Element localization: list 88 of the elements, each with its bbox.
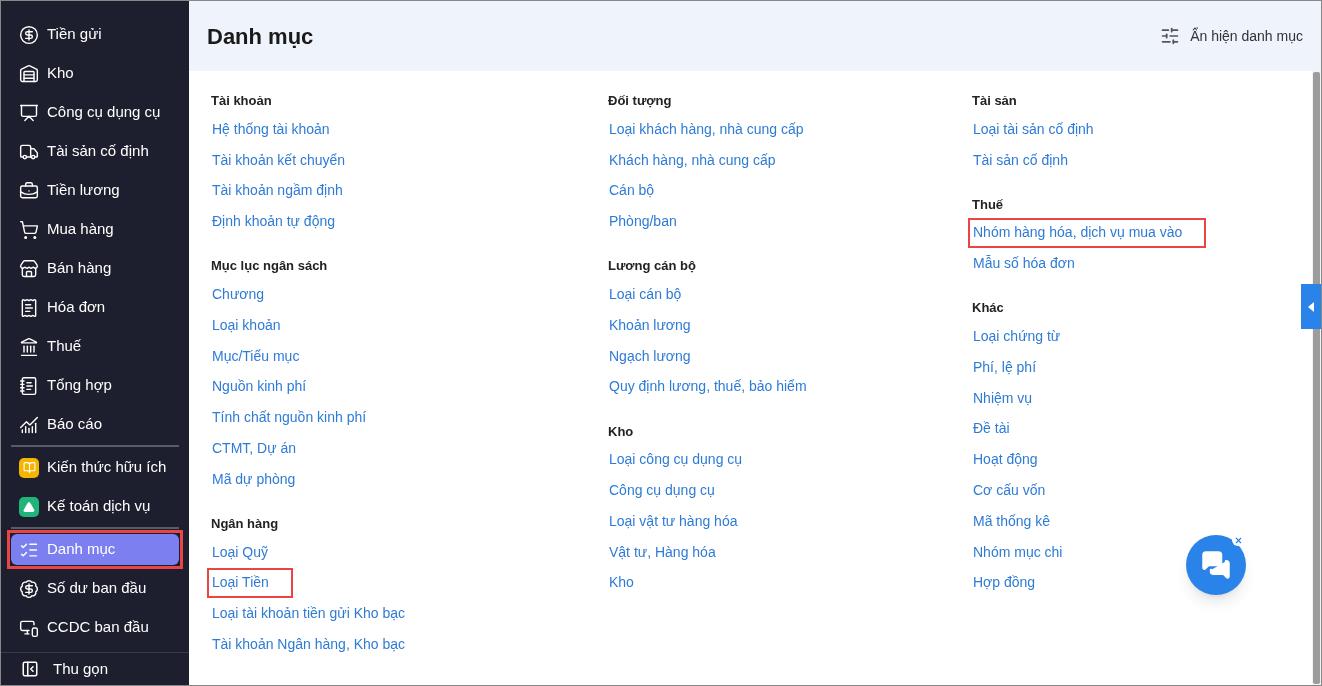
category-link[interactable]: Kho — [604, 567, 639, 598]
notebook-icon — [19, 375, 39, 396]
category-link[interactable]: Tài khoản ngầm định — [207, 176, 348, 206]
category-link[interactable]: Mục/Tiểu mục — [207, 341, 305, 372]
sidebar-item[interactable]: Báo cáo — [7, 405, 183, 444]
page-title: Danh mục — [207, 22, 314, 51]
sidebar-item[interactable]: Tiền lương — [7, 171, 183, 210]
category-link[interactable]: Hợp đồng — [968, 567, 1041, 598]
group-title: Tài sản — [972, 92, 1017, 111]
category-link[interactable]: Phí, lệ phí — [968, 352, 1042, 383]
chat-icon — [1201, 550, 1231, 580]
category-link[interactable]: Loại tài khoản tiền gửi Kho bạc — [207, 598, 411, 629]
sidebar-item[interactable]: Kiến thức hữu ích — [7, 448, 183, 487]
category-link[interactable]: Tính chất nguồn kinh phí — [207, 402, 372, 433]
category-link[interactable]: Tài khoản kết chuyển — [207, 145, 351, 176]
side-panel-tab[interactable] — [1301, 284, 1321, 329]
warehouse-icon — [19, 63, 39, 84]
sidebar-item[interactable]: Tổng hợp — [7, 366, 183, 405]
category-link[interactable]: Mã dự phòng — [207, 464, 301, 495]
category-link[interactable]: Loại Tiền — [207, 567, 293, 598]
category-link[interactable]: Vật tư, Hàng hóa — [604, 537, 721, 568]
sidebar-item[interactable]: Số dư ban đầu — [7, 569, 183, 608]
category-link[interactable]: Khoản lương — [604, 310, 696, 341]
category-link[interactable]: Loại khoản — [207, 310, 286, 341]
receipt-icon — [19, 297, 39, 318]
close-chat-icon[interactable] — [1232, 534, 1244, 546]
store-icon — [19, 258, 39, 279]
dollar-circle-icon — [19, 24, 39, 45]
group-title: Lương cán bộ — [608, 257, 696, 276]
category-link[interactable]: Khách hàng, nhà cung cấp — [604, 145, 781, 176]
collapse-button[interactable]: Thu gọn — [1, 657, 129, 681]
sidebar-item[interactable]: Bán hàng — [7, 249, 183, 288]
group-title: Kho — [608, 422, 634, 441]
sidebar-item[interactable]: Kế toán dịch vụ — [7, 487, 183, 526]
category-link[interactable]: Loại cán bộ — [604, 279, 687, 310]
category-link[interactable]: Tài sản cố định — [968, 145, 1073, 176]
category-link[interactable]: CTMT, Dự án — [207, 433, 302, 464]
category-link[interactable]: Quy định lương, thuế, bảo hiểm — [604, 371, 812, 402]
sidebar-item[interactable]: CCDC ban đầu — [7, 608, 183, 647]
toggle-categories-button[interactable]: Ẩn hiện danh mục — [1160, 25, 1303, 47]
group-title: Đối tượng — [608, 92, 672, 111]
category-link[interactable]: Loại vật tư hàng hóa — [604, 506, 743, 537]
category-link[interactable]: Định khoản tự động — [207, 206, 340, 237]
group-title: Tài khoản — [211, 92, 272, 111]
category-link[interactable]: Đề tài — [968, 413, 1015, 444]
chart-icon — [19, 414, 39, 435]
category-link[interactable]: Công cụ dụng cụ — [604, 475, 720, 506]
category-link[interactable]: Loại chứng từ — [968, 321, 1066, 352]
chat-button[interactable] — [1186, 535, 1246, 595]
category-link[interactable]: Mã thống kê — [968, 506, 1056, 537]
category-link[interactable]: Tài khoản Ngân hàng, Kho bạc — [207, 629, 411, 660]
category-link[interactable]: Cơ cấu vốn — [968, 475, 1051, 506]
category-link[interactable]: Phòng/ban — [604, 206, 682, 237]
category-link[interactable]: Mẫu số hóa đơn — [968, 248, 1080, 279]
category-link[interactable]: Nhóm hàng hóa, dịch vụ mua vào — [968, 218, 1207, 248]
triangle-logo-icon — [19, 496, 39, 517]
briefcase-icon — [19, 180, 39, 201]
bank-icon — [19, 336, 39, 357]
dollar-badge-icon — [19, 578, 39, 599]
category-link[interactable]: Loại công cụ dụng cụ — [604, 444, 748, 475]
sidebar-item[interactable]: Công cụ dụng cụ — [7, 93, 183, 132]
sidebar-item[interactable]: Kho — [7, 54, 183, 93]
book-icon — [19, 457, 39, 478]
group-title: Mục lục ngân sách — [211, 257, 328, 276]
category-link[interactable]: Cán bộ — [604, 176, 660, 206]
category-link[interactable]: Chương — [207, 279, 270, 310]
category-link[interactable]: Nhóm mục chi — [968, 537, 1068, 568]
category-link[interactable]: Ngạch lương — [604, 341, 696, 372]
category-link[interactable]: Hệ thống tài khoản — [207, 114, 335, 145]
category-link[interactable]: Nhiệm vụ — [968, 383, 1038, 414]
sidebar-item[interactable]: Mua hàng — [7, 210, 183, 249]
group-title: Thuế — [972, 195, 1004, 214]
category-link[interactable]: Hoạt động — [968, 444, 1043, 475]
sidebar-item[interactable]: Tài sản cố định — [7, 132, 183, 171]
sliders-icon — [1160, 26, 1181, 46]
board-icon — [19, 102, 39, 123]
group-title: Ngân hàng — [211, 515, 279, 533]
cart-icon — [19, 219, 39, 240]
sidebar-item[interactable]: Tiền gửi — [7, 15, 183, 54]
category-link[interactable]: Nguồn kinh phí — [207, 371, 312, 402]
category-link[interactable]: Loại khách hàng, nhà cung cấp — [604, 114, 809, 145]
sidebar-item[interactable]: Danh mục — [7, 530, 183, 569]
sidebar-item[interactable]: Hóa đơn — [7, 288, 183, 327]
group-title: Khác — [972, 299, 1004, 318]
collapse-icon — [21, 660, 39, 678]
sidebar-item[interactable]: Thuế — [7, 327, 183, 366]
category-link[interactable]: Loại Quỹ — [207, 537, 274, 568]
category-link[interactable]: Loại tài sản cố định — [968, 114, 1099, 145]
